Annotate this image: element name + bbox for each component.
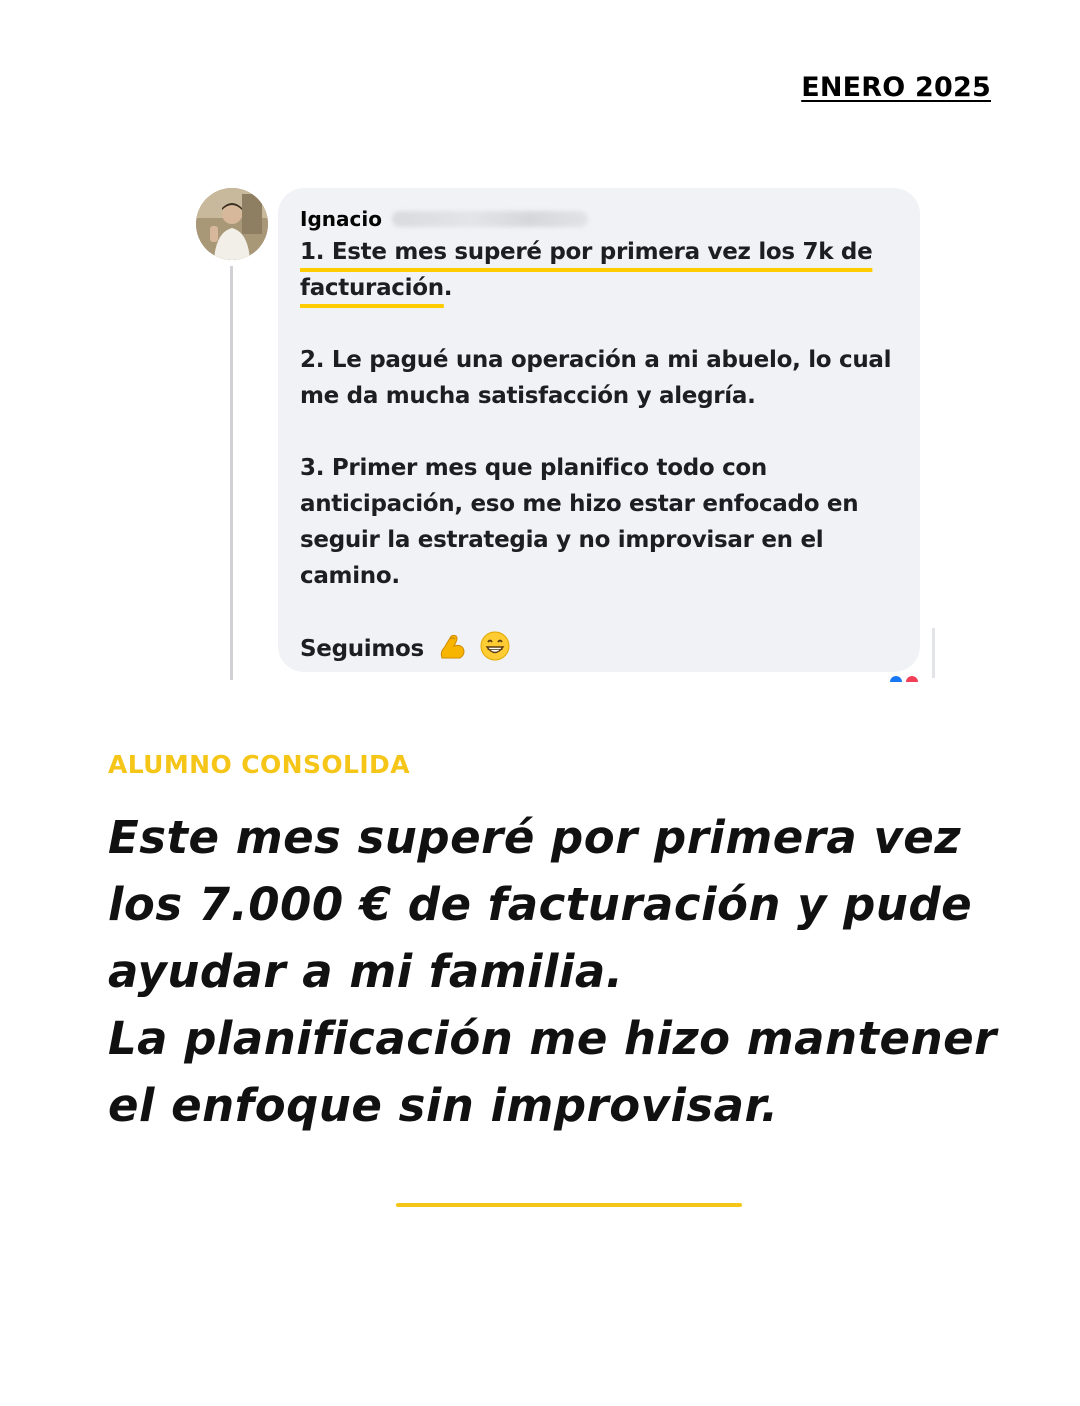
- section-kicker: ALUMNO CONSOLIDA: [108, 750, 410, 779]
- comment-paragraph-4: Seguimos: [300, 630, 898, 673]
- comment-paragraph-2: 2. Le pagué una operación a mi abuelo, l…: [300, 347, 892, 409]
- testimonial-quote: Este mes superé por primera vez los 7.00…: [108, 804, 1038, 1139]
- comment-screenshot: Ignacio 1. Este mes superé por primera v…: [190, 180, 940, 682]
- thread-line: [230, 266, 233, 680]
- comment-paragraph-3: 3. Primer mes que planifico todo con ant…: [300, 455, 859, 589]
- reaction-icons[interactable]: [880, 676, 928, 682]
- comment-bubble: Ignacio 1. Este mes superé por primera v…: [278, 188, 920, 672]
- quote-line-1: Este mes superé por primera vez los 7.00…: [108, 811, 973, 998]
- quote-line-2: La planificación me hizo mantener el enf…: [108, 1012, 997, 1132]
- highlighted-text: 1. Este mes superé por primera vez los 7…: [300, 239, 873, 301]
- blurred-surname: [391, 211, 588, 227]
- period: .: [443, 275, 453, 301]
- comment-paragraph-1: 1. Este mes superé por primera vez los 7…: [300, 234, 898, 306]
- scroll-edge: [932, 628, 935, 678]
- avatar-photo-icon: [196, 188, 268, 260]
- author-name: Ignacio: [300, 207, 382, 231]
- accent-divider: [396, 1203, 742, 1207]
- flexed-biceps-icon: [436, 630, 468, 673]
- date-label: ENERO 2025: [801, 72, 991, 103]
- closing-word: Seguimos: [300, 636, 424, 662]
- avatar: [196, 188, 268, 260]
- comment-text: 1. Este mes superé por primera vez los 7…: [300, 234, 898, 673]
- grinning-face-icon: [479, 630, 511, 673]
- comment-author[interactable]: Ignacio: [300, 204, 898, 234]
